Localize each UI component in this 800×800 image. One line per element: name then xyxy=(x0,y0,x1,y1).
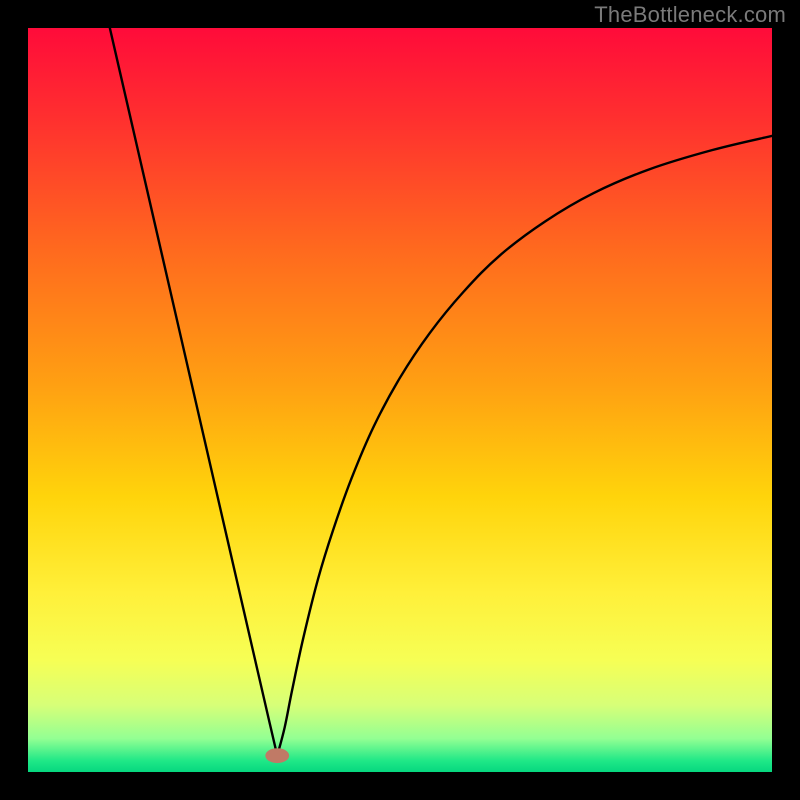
chart-frame: TheBottleneck.com xyxy=(0,0,800,800)
watermark-label: TheBottleneck.com xyxy=(594,2,786,28)
plot-area xyxy=(28,28,772,772)
gradient-background xyxy=(28,28,772,772)
minimum-marker xyxy=(265,748,289,763)
chart-svg xyxy=(28,28,772,772)
